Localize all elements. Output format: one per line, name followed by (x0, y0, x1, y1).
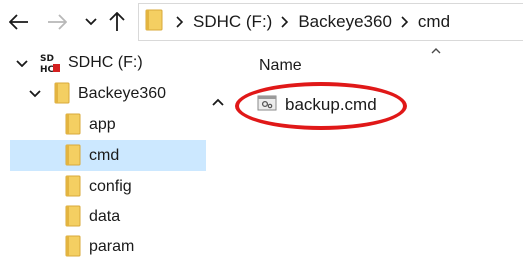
tree-item-label: app (89, 115, 116, 133)
chevron-right-icon[interactable] (169, 12, 191, 32)
chevron-down-icon[interactable] (14, 55, 30, 71)
arrow-right-icon (48, 14, 67, 30)
tree-item-label: SDHC (F:) (68, 53, 143, 71)
arrow-left-icon (9, 14, 28, 30)
cmd-script-file-icon (257, 94, 277, 117)
sort-ascending-icon (428, 44, 444, 56)
folder-icon (65, 144, 81, 171)
breadcrumb-cmd[interactable]: cmd (416, 12, 452, 32)
breadcrumb-backeye360[interactable]: Backeye360 (296, 12, 394, 32)
chevron-right-icon[interactable] (274, 12, 296, 32)
tree-item-backeye360[interactable]: Backeye360 (10, 78, 206, 109)
tree-item-param[interactable]: param (10, 231, 206, 259)
back-button[interactable] (6, 8, 32, 36)
scrollbar-up-arrow[interactable] (208, 94, 228, 110)
tree-item-sdhc-drive[interactable]: SD HC SDHC (F:) (10, 47, 206, 78)
folder-icon (65, 113, 81, 140)
tree-item-data[interactable]: data (10, 201, 206, 232)
chevron-right-icon[interactable] (394, 12, 416, 32)
tree-item-label: config (89, 177, 132, 195)
navigation-pane: SD HC SDHC (F:) Backeye360 app cmd confi… (0, 44, 233, 259)
tree-item-label: param (89, 237, 135, 255)
chevron-down-icon (85, 18, 97, 26)
folder-icon (65, 235, 81, 259)
column-header-name[interactable]: Name (259, 57, 302, 75)
navigation-bar: SDHC (F:) Backeye360 cmd (0, 0, 523, 44)
folder-icon (65, 175, 81, 202)
forward-button[interactable] (44, 8, 70, 36)
chevron-up-icon (212, 98, 224, 106)
folder-icon (145, 9, 163, 36)
address-bar[interactable]: SDHC (F:) Backeye360 cmd (138, 3, 523, 41)
arrow-up-icon (109, 12, 125, 31)
breadcrumb-drive[interactable]: SDHC (F:) (191, 12, 274, 32)
file-name: backup.cmd (285, 95, 377, 114)
tree-item-label: cmd (89, 146, 120, 164)
tree-item-cmd[interactable]: cmd (10, 140, 206, 171)
file-item[interactable]: backup.cmd (257, 91, 377, 119)
folder-icon (65, 205, 81, 232)
svg-text:HC: HC (40, 65, 55, 74)
tree-item-label: Backeye360 (78, 84, 167, 102)
up-button[interactable] (104, 8, 130, 36)
chevron-down-icon[interactable] (27, 86, 43, 102)
tree-item-config[interactable]: config (10, 171, 206, 202)
file-list-pane: Name backup.cmd (235, 44, 523, 259)
tree-item-label: data (89, 207, 121, 225)
folder-icon (54, 82, 70, 109)
sd-card-drive-icon: SD HC (39, 52, 61, 79)
tree-item-app[interactable]: app (10, 109, 206, 140)
svg-text:SD: SD (40, 54, 54, 64)
recent-locations-button[interactable] (82, 8, 100, 36)
